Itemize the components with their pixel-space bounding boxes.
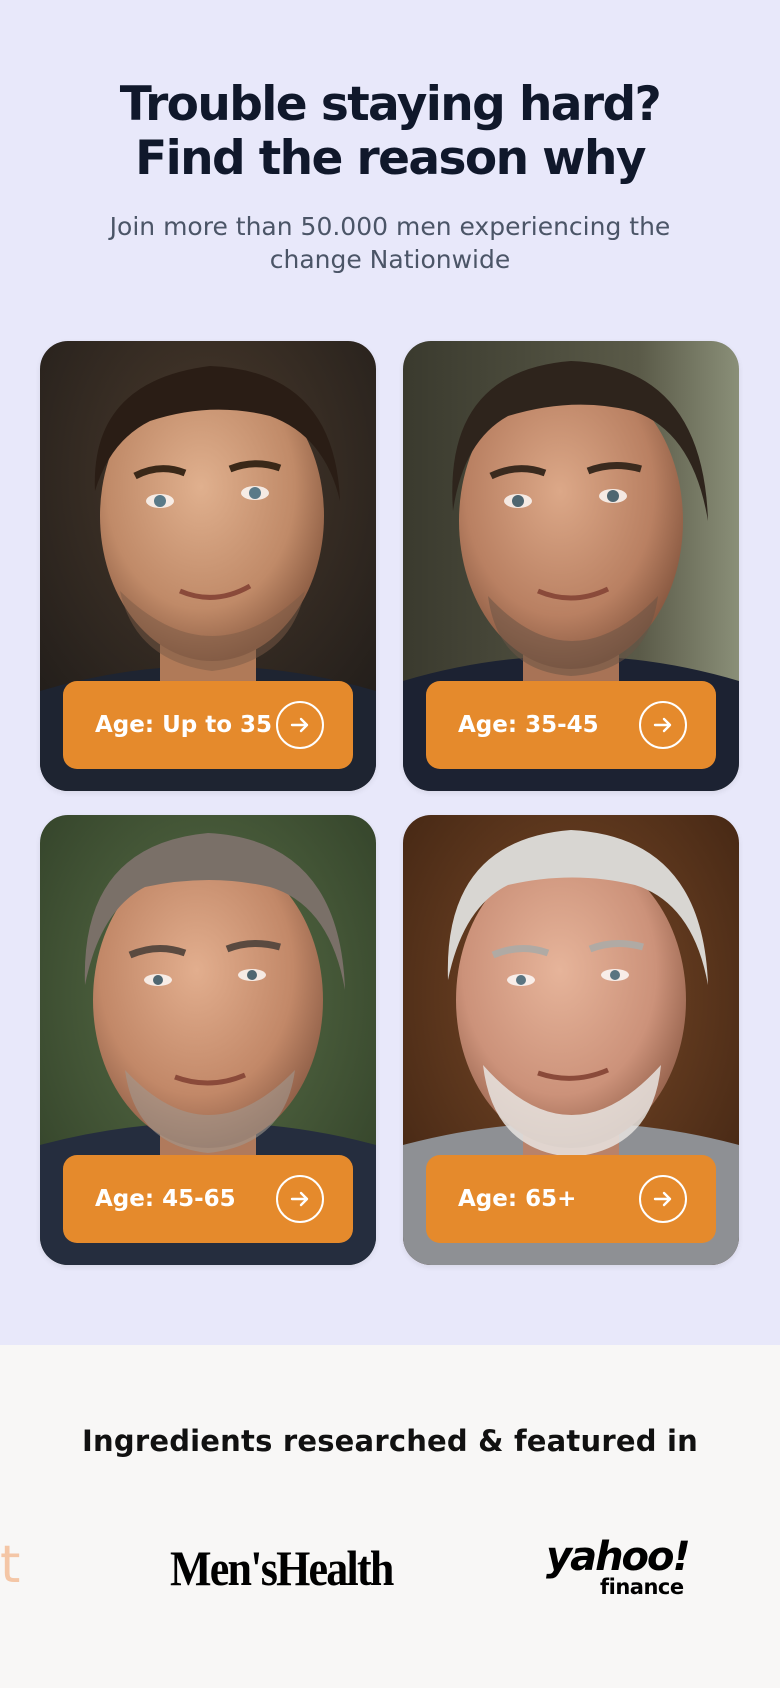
age-button-up-to-35[interactable]: Age: Up to 35 — [63, 681, 353, 769]
mens-health-logo: Men'sHealth — [170, 1540, 394, 1596]
page-headline: Trouble staying hard? Find the reason wh… — [0, 78, 780, 186]
headline-line-2: Find the reason why — [135, 131, 646, 186]
partial-press-logo: t — [0, 1535, 21, 1595]
press-title: Ingredients researched & featured in — [82, 1424, 698, 1458]
age-card-45-65[interactable]: Age: 45-65 — [40, 815, 376, 1265]
age-card-65-plus[interactable]: Age: 65+ — [403, 815, 739, 1265]
age-button-label: Age: 65+ — [458, 1186, 577, 1212]
arrow-right-circle-icon — [276, 701, 324, 749]
arrow-right-circle-icon — [639, 1175, 687, 1223]
age-card-up-to-35[interactable]: Age: Up to 35 — [40, 341, 376, 791]
age-button-45-65[interactable]: Age: 45-65 — [63, 1155, 353, 1243]
yahoo-finance-logo: yahoo! finance — [546, 1534, 696, 1604]
age-button-label: Age: 45-65 — [95, 1186, 236, 1212]
headline-line-1: Trouble staying hard? — [119, 77, 662, 132]
age-card-35-45[interactable]: Age: 35-45 — [403, 341, 739, 791]
age-button-65-plus[interactable]: Age: 65+ — [426, 1155, 716, 1243]
age-button-label: Age: 35-45 — [458, 712, 599, 738]
press-section — [0, 1345, 780, 1688]
yahoo-finance-subtext: finance — [600, 1575, 684, 1599]
arrow-right-circle-icon — [276, 1175, 324, 1223]
arrow-right-circle-icon — [639, 701, 687, 749]
age-button-35-45[interactable]: Age: 35-45 — [426, 681, 716, 769]
age-button-label: Age: Up to 35 — [95, 712, 273, 738]
page-subheadline: Join more than 50.000 men experiencing t… — [109, 212, 671, 274]
